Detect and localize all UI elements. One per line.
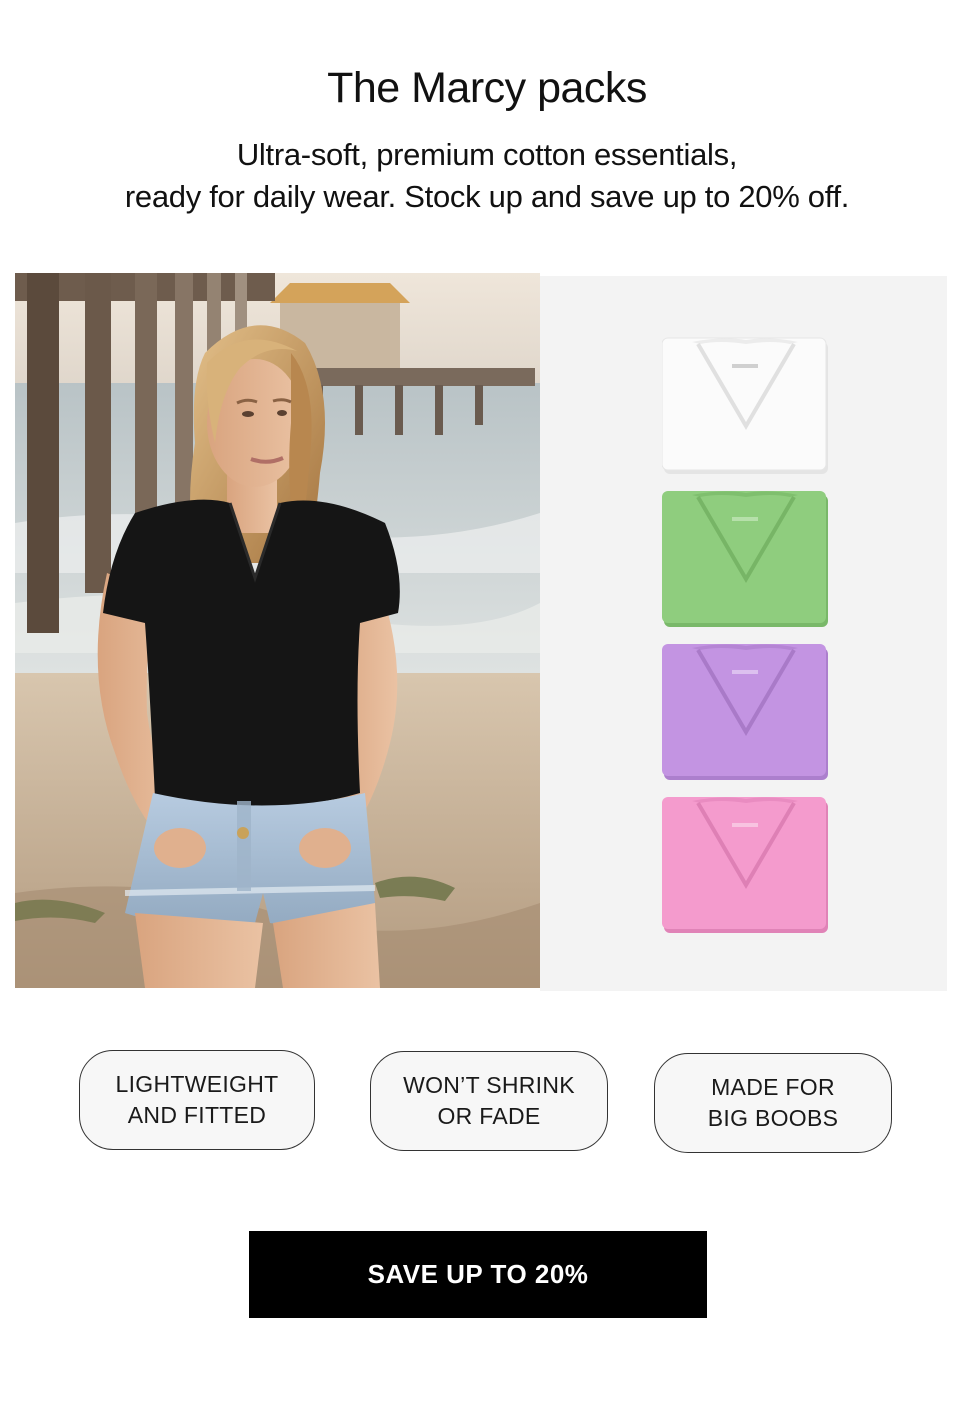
pink-tee-icon[interactable] [662, 795, 830, 935]
save-up-to-20-button[interactable]: SAVE UP TO 20% [249, 1231, 707, 1318]
green-tee-icon[interactable] [662, 489, 830, 629]
feature-line-2: AND FITTED [127, 1102, 267, 1128]
subtitle-line-2: ready for daily wear. Stock up and save … [124, 179, 850, 214]
feature-line-1: MADE FOR [711, 1074, 835, 1100]
subtitle-line-1: Ultra-soft, premium cotton essentials, [236, 137, 738, 172]
page-title: The Marcy packs [327, 64, 647, 112]
page-subtitle: Ultra-soft, premium cotton essentials, r… [0, 134, 974, 218]
lavender-tee-icon[interactable] [662, 642, 830, 782]
feature-line-2: BIG BOOBS [707, 1105, 839, 1131]
feature-line-1: LIGHTWEIGHT [115, 1071, 279, 1097]
white-tee-icon[interactable] [662, 336, 830, 476]
lifestyle-photo [15, 273, 540, 988]
feature-pill-wont-shrink: WON’T SHRINK OR FADE [370, 1051, 608, 1151]
feature-line-1: WON’T SHRINK [403, 1072, 575, 1098]
feature-pill-lightweight: LIGHTWEIGHT AND FITTED [79, 1050, 315, 1150]
feature-pill-big-boobs: MADE FOR BIG BOOBS [654, 1053, 892, 1153]
product-stack-panel [540, 276, 947, 991]
feature-line-2: OR FADE [437, 1103, 541, 1129]
